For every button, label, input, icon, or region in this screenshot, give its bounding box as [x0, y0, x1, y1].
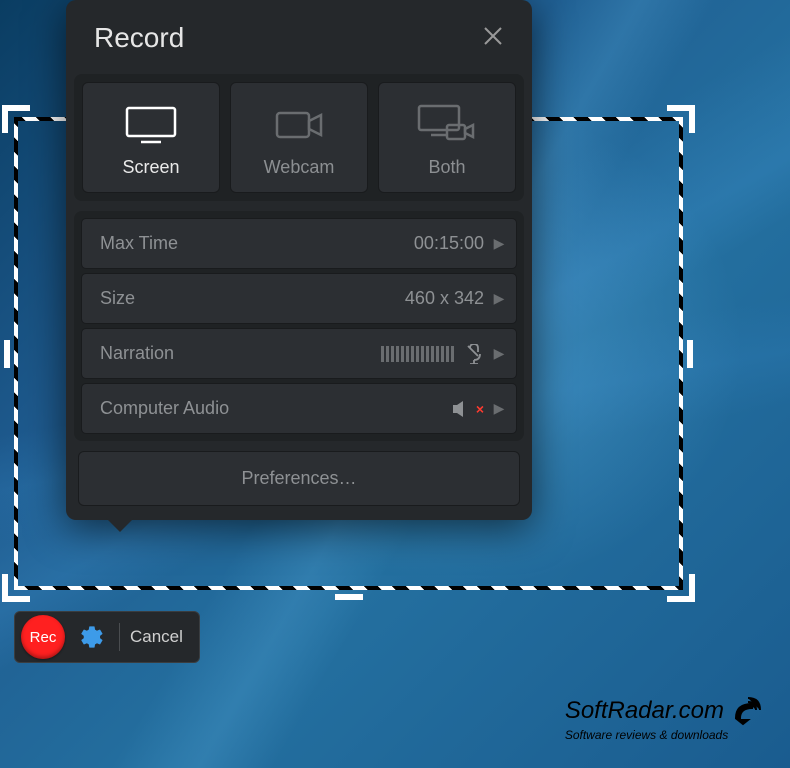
size-row[interactable]: Size 460 x 342 ▶: [81, 273, 517, 324]
chevron-right-icon: ▶: [492, 400, 506, 417]
panel-title: Record: [94, 22, 184, 54]
record-toolbar: Rec Cancel: [14, 611, 200, 663]
settings-group: Max Time 00:15:00 ▶ Size 460 x 342 ▶ Nar…: [74, 211, 524, 441]
screen-and-webcam-icon: [415, 103, 479, 147]
narration-label: Narration: [100, 343, 174, 364]
source-webcam-label: Webcam: [237, 157, 361, 178]
source-both-label: Both: [385, 157, 509, 178]
max-time-value: 00:15:00: [414, 233, 484, 254]
source-both-button[interactable]: Both: [378, 82, 516, 193]
source-screen-button[interactable]: Screen: [82, 82, 220, 193]
source-webcam-button[interactable]: Webcam: [230, 82, 368, 193]
gear-icon: [79, 624, 105, 650]
record-button[interactable]: Rec: [21, 615, 65, 659]
narration-level-meter: [381, 346, 454, 362]
watermark-title: SoftRadar.com: [565, 697, 724, 725]
webcam-icon: [271, 105, 327, 145]
satellite-dish-icon: [730, 694, 764, 728]
close-button[interactable]: [482, 24, 504, 52]
narration-row[interactable]: Narration ▶: [81, 328, 517, 379]
speaker-muted-icon: [452, 400, 472, 418]
chevron-right-icon: ▶: [492, 290, 506, 307]
settings-button[interactable]: [75, 624, 109, 650]
size-value: 460 x 342: [405, 288, 484, 309]
computer-audio-label: Computer Audio: [100, 398, 229, 419]
record-panel: Record Screen Webcam Both Max Time: [66, 0, 532, 520]
chevron-right-icon: ▶: [492, 345, 506, 362]
panel-pointer: [106, 518, 134, 532]
size-label: Size: [100, 288, 135, 309]
watermark-subtitle: Software reviews & downloads: [565, 728, 764, 742]
close-icon: [482, 25, 504, 47]
computer-audio-row[interactable]: Computer Audio × ▶: [81, 383, 517, 434]
microphone-icon: [466, 344, 484, 364]
max-time-label: Max Time: [100, 233, 178, 254]
watermark: SoftRadar.com Software reviews & downloa…: [565, 694, 764, 742]
source-screen-label: Screen: [89, 157, 213, 178]
monitor-icon: [123, 105, 179, 145]
source-selector: Screen Webcam Both: [74, 74, 524, 201]
cancel-button[interactable]: Cancel: [130, 627, 189, 647]
preferences-button[interactable]: Preferences…: [78, 451, 520, 506]
max-time-row[interactable]: Max Time 00:15:00 ▶: [81, 218, 517, 269]
mute-indicator: ×: [476, 401, 484, 417]
chevron-right-icon: ▶: [492, 235, 506, 252]
toolbar-divider: [119, 623, 120, 651]
